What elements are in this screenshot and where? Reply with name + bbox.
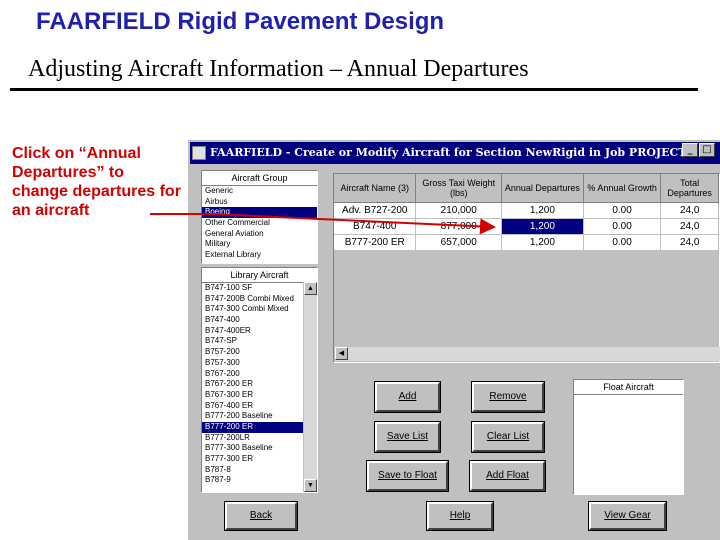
scroll-up-icon[interactable]: ▲ xyxy=(304,282,317,295)
aircraft-group-item[interactable]: Airbus xyxy=(202,197,317,208)
grid-header-cell: Aircraft Name (3) xyxy=(334,174,417,203)
table-cell[interactable]: 657,000 xyxy=(415,234,502,251)
app-icon xyxy=(192,146,206,160)
table-cell[interactable]: Adv. B727-200 xyxy=(334,202,417,219)
clear-list-button[interactable]: Clear List xyxy=(471,421,545,453)
maximize-button[interactable]: □ xyxy=(699,143,715,157)
library-scrollbar[interactable]: ▲ ▼ xyxy=(303,282,317,492)
save-to-float-button[interactable]: Save to Float xyxy=(366,460,449,492)
library-aircraft-item[interactable]: B747-300 Combi Mixed xyxy=(202,304,304,315)
library-aircraft-item[interactable]: B777-300 ER xyxy=(202,454,304,465)
minimize-button[interactable]: _ xyxy=(682,143,698,157)
table-row[interactable]: Adv. B727-200 210,000 1,200 0.00 24,0 xyxy=(334,202,719,219)
table-cell[interactable]: 24,0 xyxy=(660,218,719,235)
window-titlebar: FAARFIELD - Create or Modify Aircraft fo… xyxy=(190,142,720,164)
library-aircraft-item[interactable]: B757-300 xyxy=(202,358,304,369)
table-row[interactable]: B747-400 877,000 1,200 0.00 24,0 xyxy=(334,218,719,235)
float-aircraft-list[interactable]: Float Aircraft xyxy=(573,379,684,495)
table-row[interactable]: B777-200 ER 657,000 1,200 0.00 24,0 xyxy=(334,234,719,251)
library-aircraft-item[interactable]: B757-200 xyxy=(202,347,304,358)
grid-header-cell: % Annual Growth xyxy=(583,174,662,203)
table-cell[interactable]: 210,000 xyxy=(415,202,502,219)
add-button[interactable]: Add xyxy=(374,381,441,413)
library-aircraft-item[interactable]: B777-200LR xyxy=(202,433,304,444)
callout-text: Click on “Annual Departures” to change d… xyxy=(12,145,181,219)
table-cell[interactable]: 0.00 xyxy=(583,234,662,251)
library-aircraft-item[interactable]: B767-200 xyxy=(202,369,304,380)
aircraft-group-header: Aircraft Group xyxy=(202,171,317,186)
library-aircraft-item[interactable]: B777-200 Baseline xyxy=(202,411,304,422)
aircraft-group-item[interactable]: External Library xyxy=(202,250,317,261)
grid-header-cell: Gross Taxi Weight (lbs) xyxy=(415,174,502,203)
aircraft-group-item[interactable]: Boeing xyxy=(202,207,317,219)
library-aircraft-item[interactable]: B747-SP xyxy=(202,336,304,347)
library-aircraft-item[interactable]: B747-400ER xyxy=(202,326,304,337)
aircraft-group-item[interactable]: General Aviation xyxy=(202,229,317,240)
back-button[interactable]: Back xyxy=(224,501,298,531)
library-aircraft-item[interactable]: B747-200B Combi Mixed xyxy=(202,294,304,305)
library-aircraft-header: Library Aircraft xyxy=(202,268,317,283)
aircraft-group-item[interactable]: Other Commercial xyxy=(202,218,317,229)
add-float-button[interactable]: Add Float xyxy=(469,460,546,492)
save-list-button[interactable]: Save List xyxy=(374,421,441,453)
window-title: FAARFIELD - Create or Modify Aircraft fo… xyxy=(210,146,687,159)
view-gear-button[interactable]: View Gear xyxy=(588,501,667,531)
library-aircraft-item[interactable]: B787-8 xyxy=(202,465,304,476)
library-aircraft-item[interactable]: B767-400 ER xyxy=(202,401,304,412)
table-cell[interactable]: 24,0 xyxy=(660,234,719,251)
annual-departures-cell[interactable]: 1,200 xyxy=(501,234,584,251)
aircraft-group-item[interactable]: Generic xyxy=(202,186,317,197)
annual-departures-cell[interactable]: 1,200 xyxy=(501,202,584,219)
table-cell[interactable]: 0.00 xyxy=(583,202,662,219)
library-aircraft-list[interactable]: Library Aircraft B747-100 SF B747-200B Co… xyxy=(201,267,318,493)
grid-hscrollbar[interactable]: ◀ xyxy=(335,347,720,361)
table-cell[interactable]: B747-400 xyxy=(334,218,417,235)
remove-button[interactable]: Remove xyxy=(471,381,545,413)
scroll-down-icon[interactable]: ▼ xyxy=(304,479,317,492)
aircraft-group-list[interactable]: Aircraft Group Generic Airbus Boeing Other … xyxy=(201,170,318,264)
table-cell[interactable]: 877,000 xyxy=(415,218,502,235)
table-cell[interactable]: B777-200 ER xyxy=(334,234,417,251)
library-aircraft-item[interactable]: B777-300 Baseline xyxy=(202,443,304,454)
aircraft-grid[interactable]: Aircraft Name (3) Gross Taxi Weight (lbs… xyxy=(333,173,720,363)
scroll-left-icon[interactable]: ◀ xyxy=(335,347,348,360)
grid-header-cell: Total Departures xyxy=(660,174,719,203)
title-underline xyxy=(10,88,698,91)
library-aircraft-item[interactable]: B787-9 xyxy=(202,475,304,486)
annual-departures-cell[interactable]: 1,200 xyxy=(501,218,584,235)
library-aircraft-item[interactable]: B747-100 SF xyxy=(202,283,304,294)
library-aircraft-item[interactable]: B767-200 ER xyxy=(202,379,304,390)
aircraft-table: Aircraft Name (3) Gross Taxi Weight (lbs… xyxy=(334,174,719,251)
grid-header-cell: Annual Departures xyxy=(501,174,584,203)
aircraft-group-item[interactable]: Military xyxy=(202,239,317,250)
table-cell[interactable]: 0.00 xyxy=(583,218,662,235)
library-aircraft-item[interactable]: B767-300 ER xyxy=(202,390,304,401)
table-cell[interactable]: 24,0 xyxy=(660,202,719,219)
float-aircraft-header: Float Aircraft xyxy=(574,380,683,395)
help-button[interactable]: Help xyxy=(426,501,494,531)
library-aircraft-item[interactable]: B777-200 ER xyxy=(202,421,304,433)
library-aircraft-item[interactable]: B747-400 xyxy=(202,315,304,326)
slide-title: FAARFIELD Rigid Pavement Design xyxy=(36,8,445,35)
slide-subtitle: Adjusting Aircraft Information – Annual … xyxy=(28,56,529,82)
